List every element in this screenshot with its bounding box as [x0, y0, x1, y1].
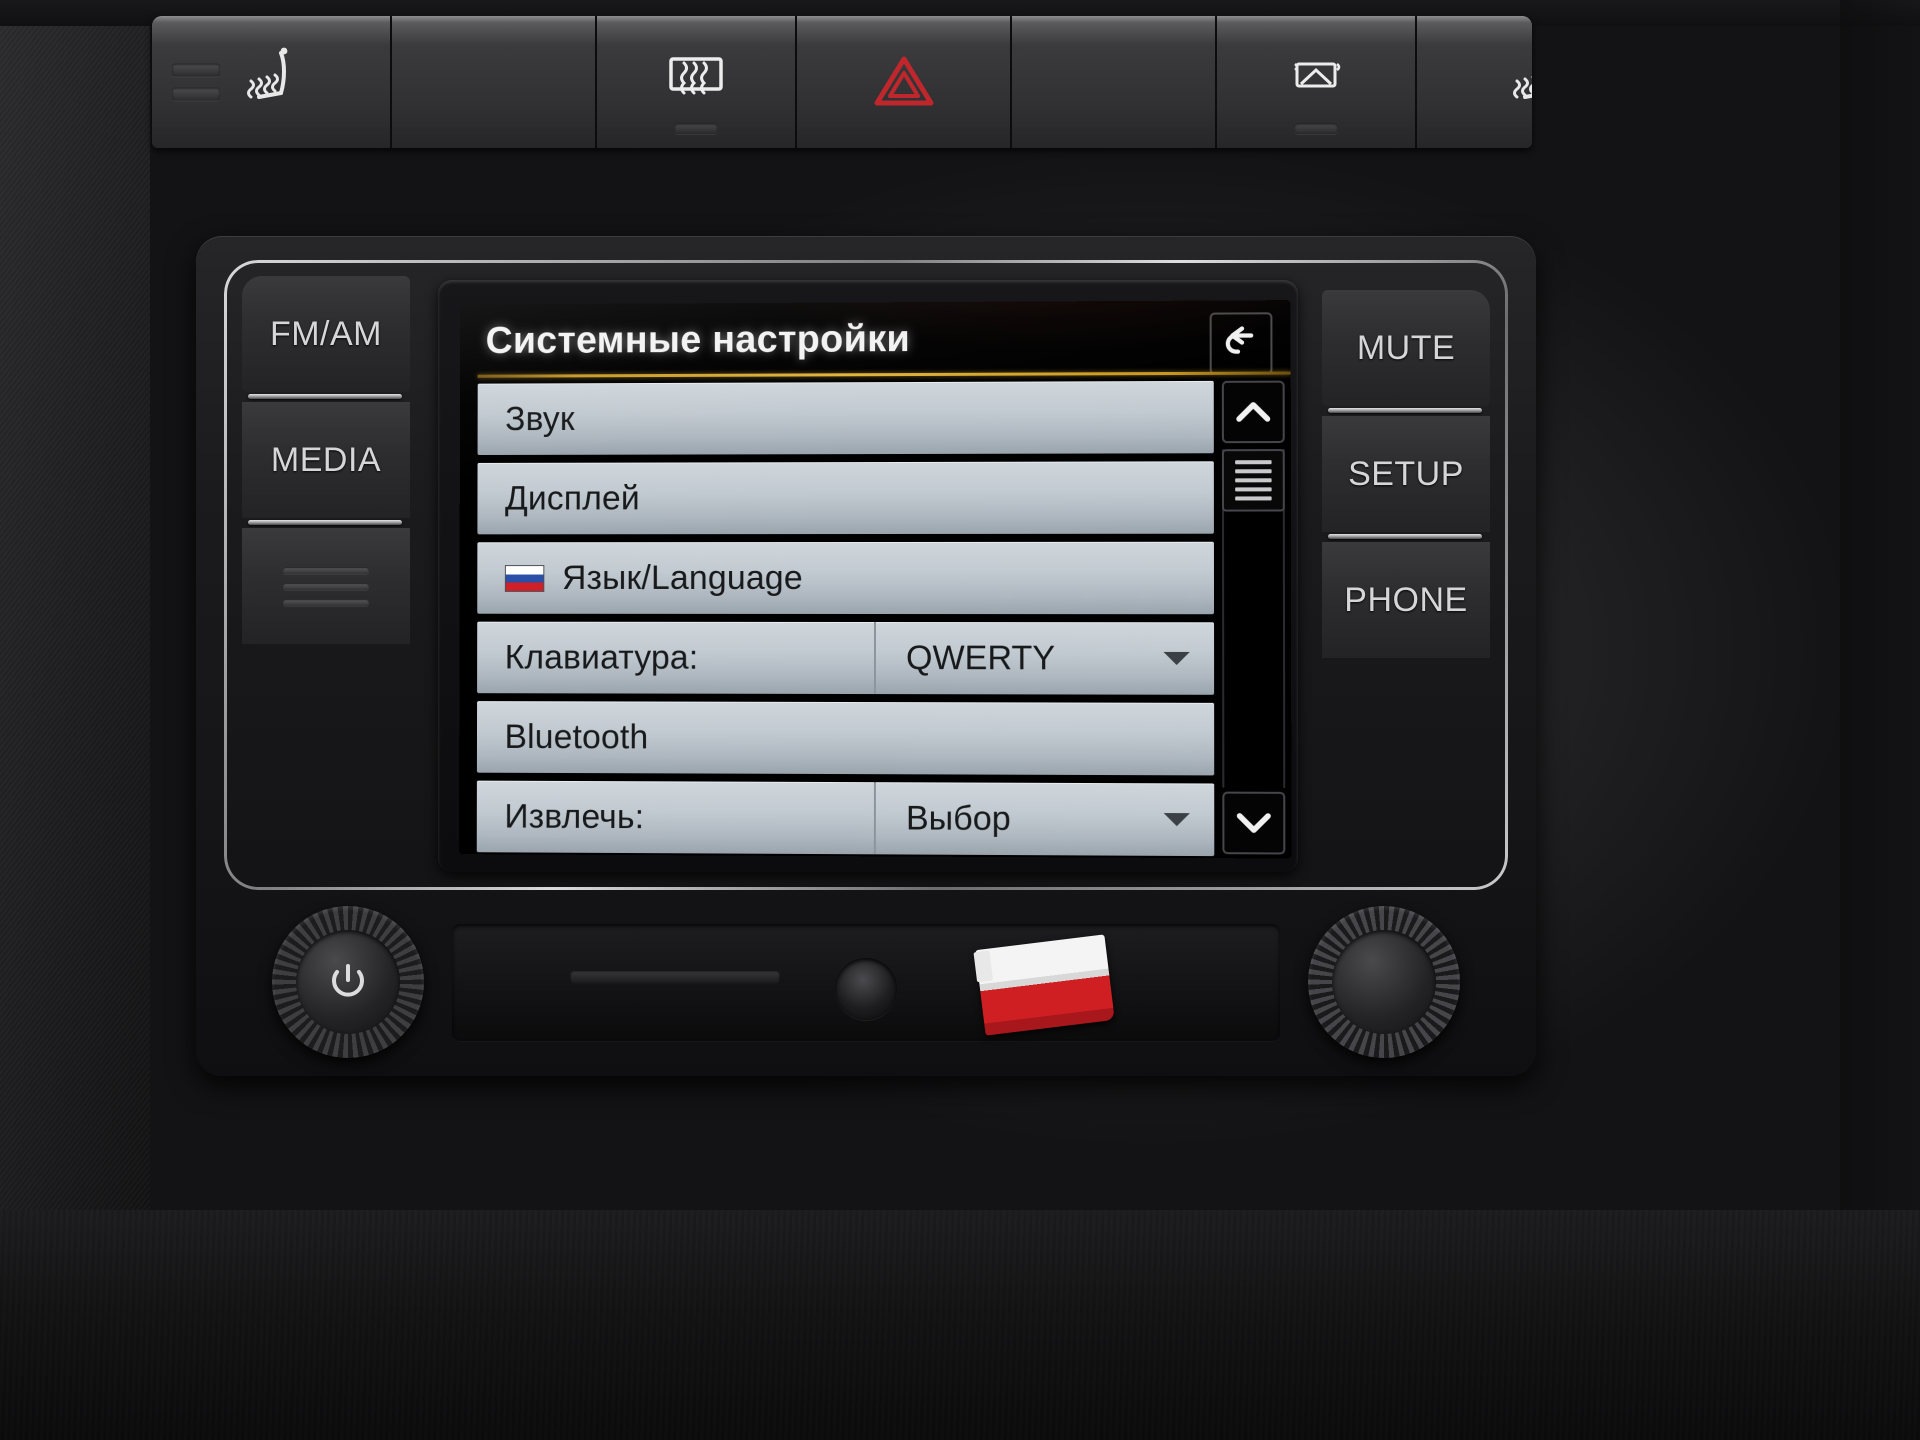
list-item-language[interactable]: Язык/Language	[477, 541, 1215, 615]
button-divider	[1322, 532, 1490, 542]
list-item-label: Дисплей	[505, 478, 640, 517]
phone-button[interactable]: PHONE	[1322, 542, 1490, 658]
eject-value: Выбор	[905, 798, 1011, 838]
seat-heater-left-level-ribs	[172, 63, 220, 101]
dashboard-scene: FM/AM MEDIA MUTE SETUP PHONE Системные н…	[0, 0, 1920, 1440]
scrollbar-thumb[interactable]	[1221, 449, 1285, 512]
power-knob-face	[296, 930, 400, 1034]
rear-washer-indicator	[1294, 123, 1338, 134]
power-icon	[332, 964, 364, 997]
list-item-sound[interactable]: Звук	[477, 380, 1214, 456]
button-divider	[242, 518, 410, 528]
power-volume-knob[interactable]	[272, 906, 424, 1058]
climate-blank-1-button[interactable]	[392, 16, 597, 148]
list-item-label: Bluetooth	[504, 717, 649, 756]
chevron-up-icon	[1233, 397, 1274, 427]
list-item-label: Извлечь:	[504, 797, 645, 836]
sd-card[interactable]	[973, 934, 1115, 1036]
setup-label: SETUP	[1348, 454, 1464, 493]
tune-scroll-knob[interactable]	[1308, 906, 1460, 1058]
settings-list: Звук Дисплей Язык/Language Клавиатура: Q…	[459, 380, 1215, 858]
media-button[interactable]: MEDIA	[242, 402, 410, 518]
setup-button[interactable]: SETUP	[1322, 416, 1490, 532]
scrollbar[interactable]	[1214, 380, 1292, 859]
fm-am-label: FM/AM	[269, 314, 383, 353]
mute-label: MUTE	[1356, 328, 1456, 367]
media-label: MEDIA	[270, 440, 382, 479]
list-item-display[interactable]: Дисплей	[477, 461, 1214, 535]
keyboard-value: QWERTY	[905, 638, 1056, 677]
chevron-down-icon	[1163, 813, 1190, 827]
mute-button[interactable]: MUTE	[1322, 290, 1490, 406]
chevron-down-icon	[1234, 808, 1275, 838]
seat-heater-left-button[interactable]	[152, 16, 392, 148]
rear-wiper-washer-button[interactable]	[1217, 16, 1417, 148]
heated-seat-icon	[1513, 75, 1532, 99]
rear-washer-icon	[1294, 62, 1341, 88]
hazard-warning-button[interactable]	[797, 16, 1012, 148]
screen-title-bar: Системные настройки	[460, 300, 1291, 378]
lower-control-deck	[222, 900, 1510, 1060]
aux-input-jack[interactable]	[835, 958, 897, 1020]
back-arrow-icon	[1220, 322, 1263, 364]
back-button[interactable]	[1209, 312, 1273, 375]
button-divider	[1322, 406, 1490, 416]
right-button-column: MUTE SETUP PHONE	[1322, 290, 1490, 658]
rear-window-defrost-button[interactable]	[597, 16, 797, 148]
phone-label: PHONE	[1344, 580, 1468, 619]
climate-button-strip	[152, 16, 1532, 148]
button-divider	[242, 392, 410, 402]
rear-defrost-indicator	[674, 123, 718, 134]
heated-seat-icon	[247, 47, 288, 99]
keyboard-value-dropdown[interactable]: QWERTY	[873, 622, 1215, 695]
screen-body: Звук Дисплей Язык/Language Клавиатура: Q…	[459, 375, 1291, 859]
touchscreen[interactable]: Системные настройки Звук Дисплей Язык/La…	[459, 300, 1292, 859]
left-button-column: FM/AM MEDIA	[242, 276, 410, 644]
cd-slot[interactable]	[570, 970, 780, 984]
scroll-up-button[interactable]	[1221, 380, 1285, 444]
sd-card-body	[975, 934, 1115, 1036]
eject-value-dropdown[interactable]: Выбор	[873, 782, 1215, 857]
scroll-down-button[interactable]	[1222, 791, 1286, 855]
list-item-label: Клавиатура:	[504, 638, 699, 677]
climate-blank-2-button[interactable]	[1012, 16, 1217, 148]
screen-bezel: Системные настройки Звук Дисплей Язык/La…	[438, 280, 1298, 872]
list-item-bluetooth[interactable]: Bluetooth	[476, 701, 1215, 776]
russian-flag-icon	[504, 564, 545, 592]
list-item-label: Звук	[505, 399, 575, 438]
fm-am-button[interactable]: FM/AM	[242, 276, 410, 392]
menu-button[interactable]	[242, 528, 410, 644]
rear-defrost-icon	[669, 57, 723, 95]
seat-heater-right-button[interactable]	[1417, 16, 1532, 148]
list-item-eject[interactable]: Извлечь: Выбор	[476, 780, 1215, 857]
radio-head-unit: FM/AM MEDIA MUTE SETUP PHONE Системные н…	[196, 236, 1536, 1076]
media-slot-strip	[452, 924, 1280, 1042]
tune-knob-face	[1332, 930, 1436, 1034]
dashboard-trim-bottom	[0, 1210, 1920, 1440]
menu-lines-icon	[283, 566, 369, 606]
list-item-label: Язык/Language	[562, 558, 803, 597]
hazard-triangle-icon	[874, 56, 933, 106]
chevron-down-icon	[1163, 651, 1190, 666]
scroll-down-wrapper	[1222, 791, 1286, 855]
list-item-keyboard[interactable]: Клавиатура: QWERTY	[477, 621, 1215, 695]
page-title: Системные настройки	[485, 317, 911, 362]
